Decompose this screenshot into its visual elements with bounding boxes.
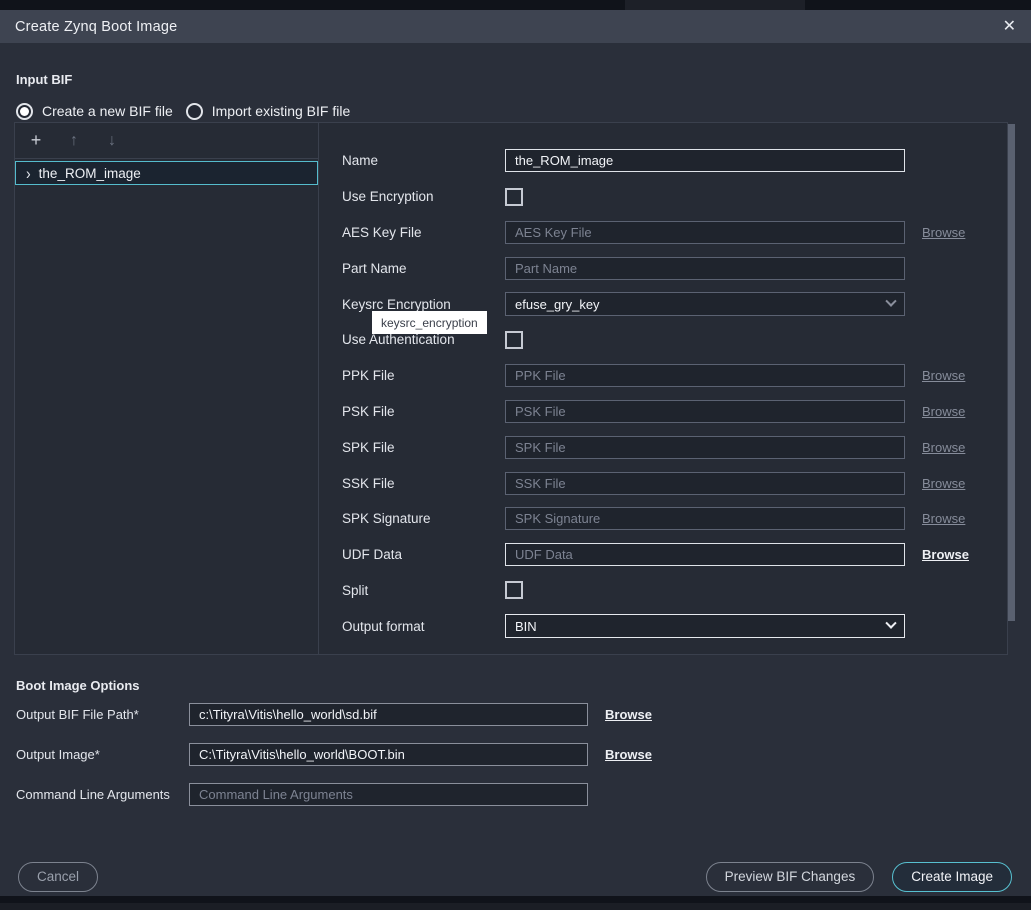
move-down-icon[interactable]: ↓: [103, 132, 121, 150]
bif-mode-radio-group: Create a new BIF file Import existing BI…: [16, 100, 350, 122]
output-format-label: Output format: [342, 619, 505, 634]
part-name-label: Part Name: [342, 261, 505, 276]
keysrc-encryption-select[interactable]: efuse_gry_key: [505, 292, 905, 316]
output-image-browse-link[interactable]: Browse: [605, 747, 652, 762]
cancel-button[interactable]: Cancel: [18, 862, 98, 892]
form-row-split: Split: [319, 573, 1007, 609]
dialog-title: Create Zynq Boot Image: [15, 19, 177, 35]
ssk-file-field[interactable]: [505, 472, 905, 495]
input-bif-section-label: Input BIF: [16, 72, 72, 87]
use-encryption-label: Use Encryption: [342, 189, 505, 204]
tree-toolbar: + ↑ ↓: [15, 123, 318, 159]
ssk-file-browse-link[interactable]: Browse: [922, 476, 965, 491]
psk-file-label: PSK File: [342, 404, 505, 419]
keysrc-encryption-tooltip: keysrc_encryption: [372, 311, 487, 334]
name-field[interactable]: [505, 149, 905, 172]
preview-bif-changes-button[interactable]: Preview BIF Changes: [706, 862, 875, 892]
part-name-field[interactable]: [505, 257, 905, 280]
form-row-aes-key-file: AES Key File Browse: [319, 215, 1007, 251]
udf-data-label: UDF Data: [342, 547, 505, 562]
form-row-psk-file: PSK File Browse: [319, 394, 1007, 430]
output-image-label: Output Image*: [16, 747, 189, 762]
ppk-file-label: PPK File: [342, 368, 505, 383]
tree-item-the-rom-image[interactable]: › the_ROM_image: [15, 161, 318, 185]
vertical-scrollbar-thumb[interactable]: [1008, 124, 1015, 621]
form-row-part-name: Part Name: [319, 250, 1007, 286]
name-label: Name: [342, 153, 505, 168]
ssk-file-label: SSK File: [342, 476, 505, 491]
output-bif-browse-link[interactable]: Browse: [605, 707, 652, 722]
form-row-use-encryption: Use Encryption: [319, 179, 1007, 215]
chevron-down-icon: [885, 296, 896, 307]
udf-data-browse-link[interactable]: Browse: [922, 547, 969, 562]
command-line-arguments-label: Command Line Arguments: [16, 787, 189, 802]
radio-import-existing-bif[interactable]: Import existing BIF file: [186, 103, 351, 120]
aes-key-file-field[interactable]: [505, 221, 905, 244]
output-format-value: BIN: [515, 619, 537, 634]
aes-key-file-label: AES Key File: [342, 225, 505, 240]
spk-signature-field[interactable]: [505, 507, 905, 530]
dialog-titlebar: Create Zynq Boot Image ✕: [0, 10, 1031, 43]
form-row-name: Name: [319, 143, 1007, 179]
form-row-ssk-file: SSK File Browse: [319, 465, 1007, 501]
chevron-down-icon: [885, 618, 896, 629]
output-bif-file-path-label: Output BIF File Path*: [16, 707, 189, 722]
output-image-field[interactable]: [189, 743, 588, 766]
split-checkbox[interactable]: [505, 581, 523, 599]
bif-editor-panels: + ↑ ↓ › the_ROM_image Name Use Encryptio…: [14, 122, 1008, 655]
aes-key-file-browse-link[interactable]: Browse: [922, 225, 965, 240]
form-row-output-format: Output format BIN: [319, 608, 1007, 644]
radio-create-new-bif[interactable]: Create a new BIF file: [16, 103, 173, 120]
radio-create-new-bif-label: Create a new BIF file: [42, 103, 173, 119]
use-authentication-label: Use Authentication: [342, 332, 505, 347]
udf-data-field[interactable]: [505, 543, 905, 566]
psk-file-browse-link[interactable]: Browse: [922, 404, 965, 419]
output-format-select[interactable]: BIN: [505, 614, 905, 638]
radio-import-existing-bif-label: Import existing BIF file: [212, 103, 351, 119]
form-row-udf-data: UDF Data Browse: [319, 537, 1007, 573]
form-row-spk-file: SPK File Browse: [319, 429, 1007, 465]
background-top-strip: [0, 0, 1031, 10]
background-bottom-strip-inner: [0, 903, 1031, 910]
output-bif-file-path-field[interactable]: [189, 703, 588, 726]
background-bottom-strip: [0, 896, 1031, 910]
dialog-footer: Cancel Preview BIF Changes Create Image: [18, 861, 1012, 892]
use-authentication-checkbox[interactable]: [505, 331, 523, 349]
spk-file-label: SPK File: [342, 440, 505, 455]
bif-tree-panel: + ↑ ↓ › the_ROM_image: [15, 123, 319, 654]
keysrc-encryption-value: efuse_gry_key: [515, 297, 600, 312]
boot-row-output-image: Output Image* Browse: [16, 734, 1015, 774]
form-row-spk-signature: SPK Signature Browse: [319, 501, 1007, 537]
keysrc-encryption-label: Keysrc Encryption: [342, 297, 505, 312]
background-top-tab: [625, 0, 805, 10]
close-icon[interactable]: ✕: [1003, 19, 1016, 35]
form-row-ppk-file: PPK File Browse: [319, 358, 1007, 394]
boot-row-command-line-arguments: Command Line Arguments: [16, 774, 1015, 814]
boot-image-options-form: Output BIF File Path* Browse Output Imag…: [16, 694, 1015, 814]
ppk-file-browse-link[interactable]: Browse: [922, 368, 965, 383]
use-encryption-checkbox[interactable]: [505, 188, 523, 206]
add-icon[interactable]: +: [27, 130, 45, 151]
spk-file-field[interactable]: [505, 436, 905, 459]
split-label: Split: [342, 583, 505, 598]
ppk-file-field[interactable]: [505, 364, 905, 387]
psk-file-field[interactable]: [505, 400, 905, 423]
radio-selected-icon: [16, 103, 33, 120]
spk-signature-browse-link[interactable]: Browse: [922, 511, 965, 526]
chevron-right-icon[interactable]: ›: [26, 165, 31, 182]
app-background: Create Zynq Boot Image ✕ Input BIF Creat…: [0, 0, 1031, 910]
spk-file-browse-link[interactable]: Browse: [922, 440, 965, 455]
create-zynq-boot-image-dialog: Create Zynq Boot Image ✕ Input BIF Creat…: [0, 10, 1031, 896]
radio-unselected-icon: [186, 103, 203, 120]
boot-image-options-section-label: Boot Image Options: [16, 678, 140, 693]
spk-signature-label: SPK Signature: [342, 511, 505, 526]
tree-item-label: the_ROM_image: [39, 166, 141, 181]
create-image-button[interactable]: Create Image: [892, 862, 1012, 892]
command-line-arguments-field[interactable]: [189, 783, 588, 806]
move-up-icon[interactable]: ↑: [65, 132, 83, 150]
bif-attributes-form: Name Use Encryption AES Key File Browse …: [319, 123, 1007, 654]
boot-row-output-bif-path: Output BIF File Path* Browse: [16, 694, 1015, 734]
